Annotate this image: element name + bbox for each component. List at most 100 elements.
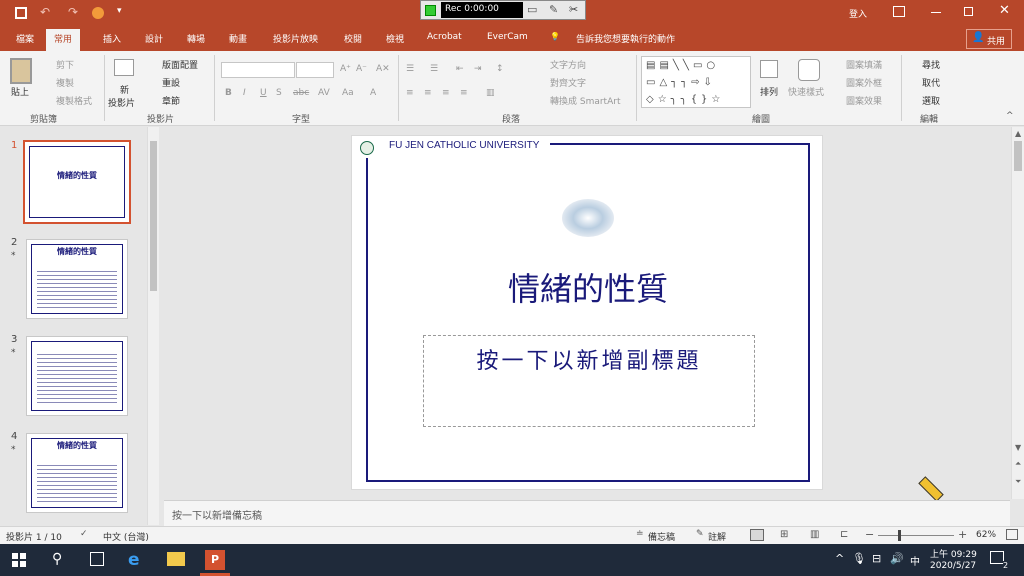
decrease-indent-icon[interactable]: ⇤ bbox=[456, 64, 464, 74]
thumbnail-scrollbar[interactable] bbox=[147, 127, 159, 525]
numbering-icon[interactable]: ☰ bbox=[430, 64, 438, 74]
font-size-select[interactable] bbox=[296, 62, 334, 78]
redo-icon[interactable]: ↷ bbox=[68, 5, 78, 19]
next-slide-icon[interactable]: ⏷ bbox=[1015, 477, 1021, 487]
tab-6[interactable]: 投影片放映 bbox=[273, 32, 318, 45]
tray-chevron-icon[interactable]: ^ bbox=[835, 552, 844, 565]
clear-format-icon[interactable]: A✕ bbox=[376, 64, 390, 74]
format-painter-button[interactable]: 複製格式 bbox=[56, 94, 92, 107]
clock-date[interactable]: 2020/5/27 bbox=[930, 561, 976, 571]
reset-button[interactable]: 重設 bbox=[162, 76, 180, 89]
scroll-thumb[interactable] bbox=[1014, 141, 1022, 171]
edge-icon[interactable]: e bbox=[128, 550, 140, 570]
clock-time[interactable]: 上午 09:29 bbox=[930, 547, 977, 560]
shadow-icon[interactable]: S bbox=[276, 88, 282, 98]
line-spacing-icon[interactable]: ↕ bbox=[496, 64, 504, 74]
slide-thumbnail[interactable] bbox=[26, 336, 128, 416]
sign-in-link[interactable]: 登入 bbox=[849, 7, 867, 20]
bold-icon[interactable]: B bbox=[225, 88, 232, 98]
font-name-select[interactable] bbox=[221, 62, 295, 78]
arrange-icon[interactable] bbox=[760, 60, 778, 78]
tab-0[interactable]: 檔案 bbox=[16, 32, 34, 45]
new-slide-button-line2[interactable]: 投影片 bbox=[108, 96, 135, 109]
file-explorer-icon[interactable] bbox=[167, 552, 185, 566]
scroll-down-icon[interactable]: ▼ bbox=[1015, 443, 1021, 452]
change-case-icon[interactable]: Aa bbox=[342, 88, 354, 98]
shape-fill-button[interactable]: 圖案填滿 bbox=[846, 58, 882, 71]
task-view-icon[interactable] bbox=[90, 552, 104, 566]
strikethrough-icon[interactable]: abc bbox=[293, 88, 309, 98]
tab-9[interactable]: Acrobat bbox=[427, 32, 462, 42]
justify-icon[interactable]: ≡ bbox=[460, 88, 468, 98]
customize-toolbar-icon[interactable]: ▾ bbox=[117, 6, 122, 16]
align-text-button[interactable]: 對齊文字 bbox=[550, 76, 586, 89]
notes-pane[interactable]: 按一下以新增備忘稿 bbox=[164, 500, 1010, 526]
tab-10[interactable]: EverCam bbox=[487, 32, 528, 42]
pen-icon[interactable]: ✎ bbox=[549, 3, 558, 16]
notification-icon[interactable] bbox=[990, 551, 1004, 564]
find-button[interactable]: 尋找 bbox=[922, 58, 940, 71]
scroll-up-icon[interactable]: ▲ bbox=[1015, 129, 1021, 138]
arrange-button[interactable]: 排列 bbox=[760, 85, 778, 98]
undo-icon[interactable]: ↶ bbox=[40, 5, 50, 19]
convert-smartart-button[interactable]: 轉換成 SmartArt bbox=[550, 94, 620, 107]
underline-icon[interactable]: U bbox=[260, 88, 267, 98]
zoom-in-icon[interactable]: + bbox=[958, 528, 967, 541]
tab-4[interactable]: 轉場 bbox=[187, 32, 205, 45]
presentation-start-icon[interactable] bbox=[92, 7, 104, 19]
paste-icon[interactable] bbox=[10, 58, 32, 84]
zoom-slider[interactable] bbox=[878, 535, 954, 536]
columns-icon[interactable]: ▥ bbox=[486, 88, 495, 98]
minimize-icon[interactable] bbox=[931, 12, 941, 13]
bullets-icon[interactable]: ☰ bbox=[406, 64, 414, 74]
slide-thumbnail[interactable]: 情緒的性質 bbox=[23, 140, 131, 224]
notes-toggle-button[interactable]: 備忘稿 bbox=[648, 530, 675, 543]
ime-indicator[interactable]: 中 bbox=[910, 553, 920, 568]
scroll-thumb[interactable] bbox=[150, 141, 157, 291]
tab-11[interactable]: 告訴我您想要執行的動作 bbox=[564, 32, 675, 45]
slide-thumbnail[interactable]: 情緒的性質 bbox=[26, 433, 128, 513]
spellcheck-icon[interactable]: ✓ bbox=[80, 529, 88, 539]
tab-1[interactable]: 常用 bbox=[46, 29, 81, 51]
slide-title[interactable]: 情緒的性質 bbox=[352, 264, 824, 310]
slide-thumbnail[interactable]: 情緒的性質 bbox=[26, 239, 128, 319]
slideshow-icon[interactable]: ⊏ bbox=[840, 529, 848, 540]
quick-styles-button[interactable]: 快速樣式 bbox=[788, 85, 824, 98]
cut-button[interactable]: 剪下 bbox=[56, 58, 74, 71]
align-left-icon[interactable]: ≡ bbox=[406, 88, 414, 98]
prev-slide-icon[interactable]: ⏶ bbox=[1015, 459, 1021, 469]
char-spacing-icon[interactable]: AV bbox=[318, 88, 330, 98]
normal-view-icon[interactable] bbox=[750, 529, 764, 541]
share-button[interactable]: 👤 共用 bbox=[966, 29, 1012, 49]
comments-button[interactable]: 註解 bbox=[708, 530, 726, 543]
tab-2[interactable]: 插入 bbox=[103, 32, 121, 45]
tab-7[interactable]: 校閱 bbox=[344, 32, 362, 45]
replace-button[interactable]: 取代 bbox=[922, 76, 940, 89]
shrink-font-icon[interactable]: A⁻ bbox=[356, 64, 367, 74]
shape-outline-button[interactable]: 圖案外框 bbox=[846, 76, 882, 89]
increase-indent-icon[interactable]: ⇥ bbox=[474, 64, 482, 74]
align-right-icon[interactable]: ≡ bbox=[442, 88, 450, 98]
close-icon[interactable]: ✕ bbox=[999, 3, 1010, 18]
fit-slide-icon[interactable] bbox=[1006, 529, 1018, 540]
windows-start-icon[interactable] bbox=[12, 553, 26, 567]
reading-view-icon[interactable]: ▥ bbox=[810, 529, 819, 540]
tab-3[interactable]: 設計 bbox=[145, 32, 163, 45]
zoom-slider-thumb[interactable] bbox=[898, 530, 901, 541]
powerpoint-taskbar-icon[interactable]: P bbox=[205, 550, 225, 570]
italic-icon[interactable]: I bbox=[243, 88, 246, 98]
scissors-icon[interactable]: ✂ bbox=[569, 3, 578, 16]
subtitle-placeholder-box[interactable]: 按一下以新增副標題 bbox=[423, 335, 755, 427]
language-status[interactable]: 中文 (台灣) bbox=[103, 530, 149, 543]
select-button[interactable]: 選取 bbox=[922, 94, 940, 107]
screenshot-icon[interactable]: ▭ bbox=[527, 3, 537, 16]
align-center-icon[interactable]: ≡ bbox=[424, 88, 432, 98]
tab-5[interactable]: 動畫 bbox=[229, 32, 247, 45]
microphone-icon[interactable]: 🎙 bbox=[852, 552, 866, 565]
tab-8[interactable]: 檢視 bbox=[386, 32, 404, 45]
font-color-icon[interactable]: A bbox=[370, 88, 376, 98]
slide-sorter-icon[interactable]: ⊞ bbox=[780, 529, 788, 540]
layout-button[interactable]: 版面配置 bbox=[162, 58, 198, 71]
section-button[interactable]: 章節 bbox=[162, 94, 180, 107]
collapse-ribbon-icon[interactable]: ^ bbox=[1006, 111, 1014, 121]
